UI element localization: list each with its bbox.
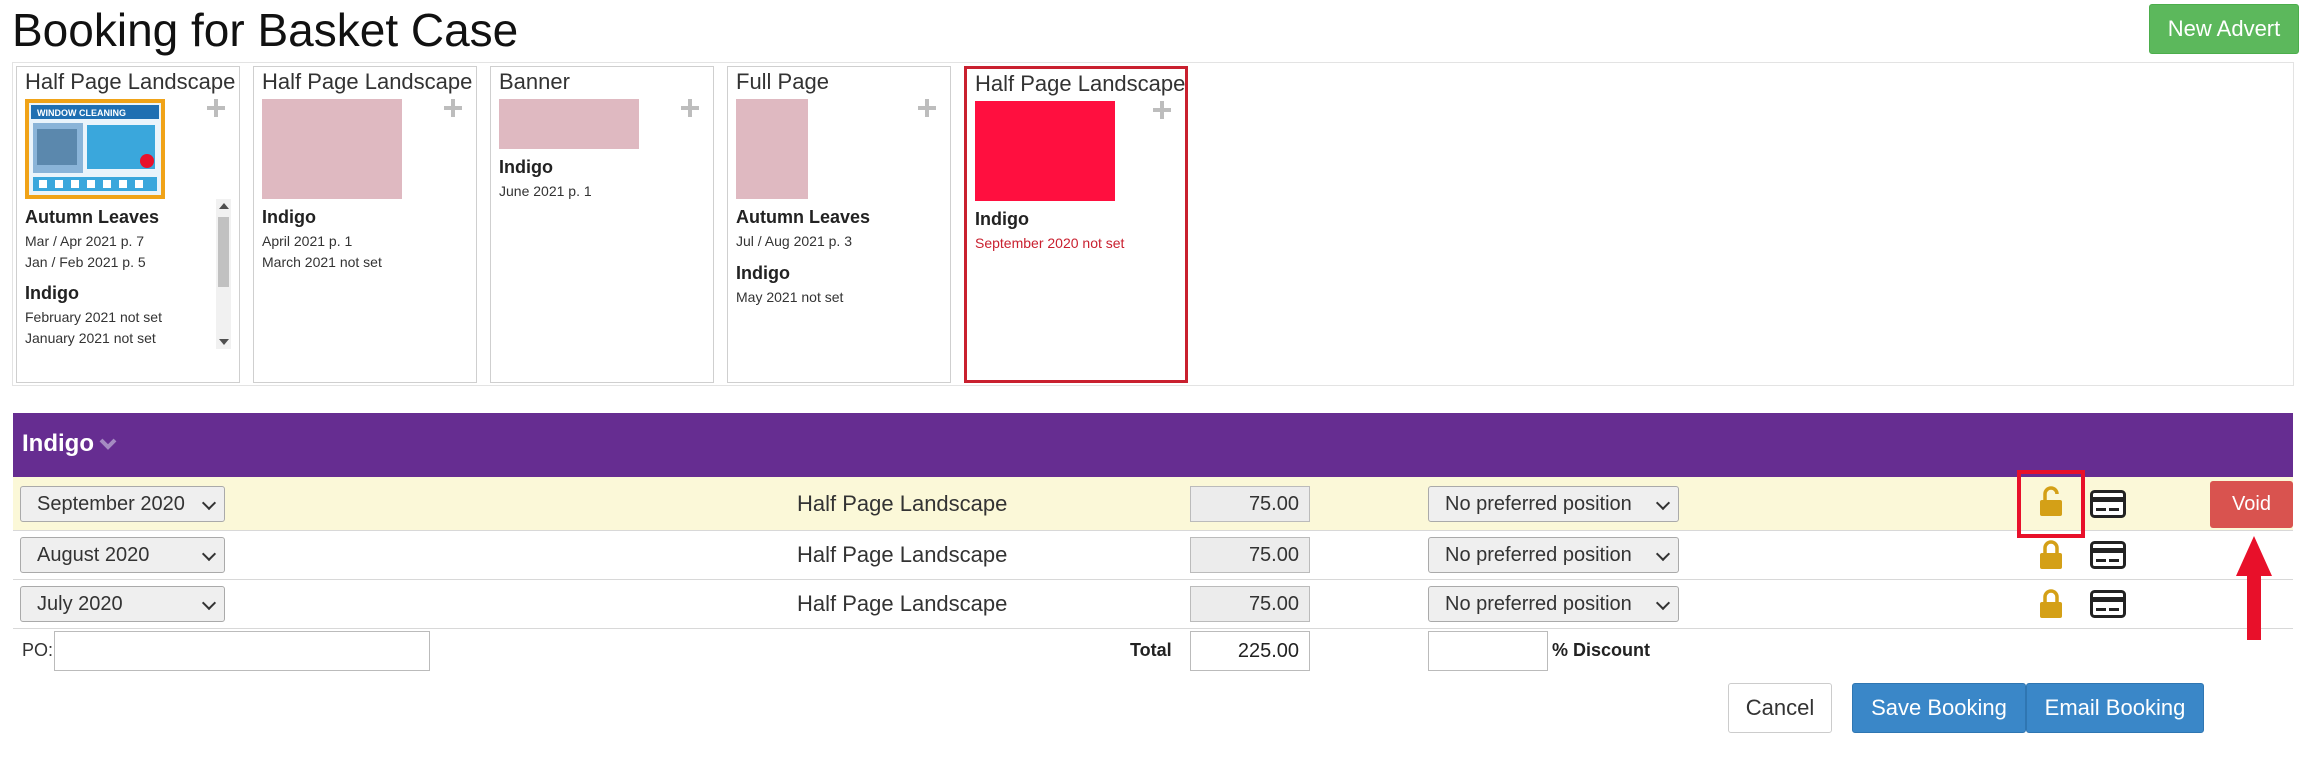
advert-thumbnail[interactable] — [499, 99, 639, 149]
annotation-arrow-icon — [2236, 536, 2272, 640]
add-icon[interactable] — [681, 99, 699, 117]
section-title: Indigo — [22, 430, 94, 457]
email-booking-button[interactable]: Email Booking — [2026, 683, 2204, 733]
add-icon[interactable] — [207, 99, 225, 117]
po-input[interactable] — [54, 631, 430, 671]
publication-name: Indigo — [736, 263, 790, 283]
ad-type-label: Half Page Landscape — [797, 542, 1008, 567]
advert-type-label: Half Page Landscape — [262, 69, 473, 94]
chevron-down-icon[interactable] — [98, 434, 118, 454]
issue-label: June 2021 p. 1 — [499, 183, 592, 199]
advert-thumbnail[interactable] — [262, 99, 402, 199]
advert-card[interactable]: Banner Indigo June 2021 p. 1 — [490, 66, 714, 383]
lock-icon[interactable] — [2037, 588, 2065, 620]
advert-card[interactable]: Half Page Landscape Indigo April 2021 p.… — [253, 66, 477, 383]
scroll-down-icon[interactable] — [219, 339, 229, 345]
advert-thumbnail[interactable] — [736, 99, 808, 199]
total-field[interactable]: 225.00 — [1190, 631, 1310, 671]
issue-label: February 2021 not set — [25, 309, 162, 325]
chevron-down-icon — [201, 595, 217, 611]
void-button[interactable]: Void — [2210, 481, 2293, 528]
total-label: Total — [1130, 640, 1172, 660]
month-select-value: July 2020 — [37, 592, 123, 615]
issue-label: March 2021 not set — [262, 254, 382, 270]
price-field[interactable]: 75.00 — [1190, 486, 1310, 522]
save-booking-button[interactable]: Save Booking — [1852, 683, 2026, 733]
price-field[interactable]: 75.00 — [1190, 537, 1310, 573]
publication-name: Autumn Leaves — [736, 207, 871, 227]
ad-type-label: Half Page Landscape — [797, 491, 1008, 516]
chevron-down-icon — [1655, 495, 1671, 511]
issue-label: May 2021 not set — [736, 289, 844, 305]
position-select-value: No preferred position — [1445, 492, 1632, 515]
month-select[interactable]: July 2020 — [20, 586, 225, 622]
advert-type-label: Half Page Landscape — [25, 69, 236, 94]
issue-label: Jan / Feb 2021 p. 5 — [25, 254, 146, 270]
publication-name: Indigo — [975, 209, 1029, 229]
issue-label: January 2021 not set — [25, 330, 156, 346]
annotation-highlight-box — [2017, 470, 2085, 538]
month-select[interactable]: August 2020 — [20, 537, 225, 573]
thumbnail-brand-text: WINDOW CLEANING — [37, 108, 126, 118]
issue-label: Jul / Aug 2021 p. 3 — [736, 233, 852, 249]
page-title: Booking for Basket Case — [12, 4, 519, 56]
chevron-down-icon — [201, 546, 217, 562]
advert-thumbnail[interactable] — [975, 101, 1115, 201]
scrollbar[interactable] — [216, 199, 231, 349]
advert-thumbnail[interactable]: WINDOW CLEANING — [25, 99, 165, 199]
position-select[interactable]: No preferred position — [1428, 586, 1679, 622]
publication-name: Indigo — [25, 283, 79, 303]
price-field[interactable]: 75.00 — [1190, 586, 1310, 622]
position-select-value: No preferred position — [1445, 543, 1632, 566]
position-select[interactable]: No preferred position — [1428, 537, 1679, 573]
advert-card[interactable]: Half Page Landscape WINDOW CLEANING Autu… — [16, 66, 240, 383]
scroll-up-icon[interactable] — [219, 203, 229, 209]
publication-name: Indigo — [262, 207, 316, 227]
chevron-down-icon — [1655, 595, 1671, 611]
advert-type-label: Full Page — [736, 69, 829, 94]
add-icon[interactable] — [444, 99, 462, 117]
ad-type-label: Half Page Landscape — [797, 591, 1008, 616]
scroll-thumb[interactable] — [218, 217, 229, 287]
issue-label: April 2021 p. 1 — [262, 233, 353, 249]
add-icon[interactable] — [918, 99, 936, 117]
chevron-down-icon — [1655, 546, 1671, 562]
issue-label: September 2020 not set — [975, 235, 1125, 251]
lock-icon[interactable] — [2037, 539, 2065, 571]
month-select-value: September 2020 — [37, 492, 185, 515]
section-header[interactable] — [13, 413, 2293, 477]
advert-type-label: Banner — [499, 69, 570, 94]
month-select[interactable]: September 2020 — [20, 486, 225, 522]
new-advert-button[interactable]: New Advert — [2149, 4, 2299, 54]
publication-name: Indigo — [499, 157, 553, 177]
advert-card-selected[interactable]: Half Page Landscape Indigo September 202… — [964, 66, 1188, 383]
advert-card[interactable]: Full Page Autumn Leaves Jul / Aug 2021 p… — [727, 66, 951, 383]
discount-input[interactable] — [1428, 631, 1548, 671]
advert-type-label: Half Page Landscape — [975, 71, 1186, 96]
discount-label: % Discount — [1552, 640, 1651, 660]
publication-name: Autumn Leaves — [25, 207, 160, 227]
credit-card-icon[interactable] — [2090, 590, 2126, 618]
month-select-value: August 2020 — [37, 543, 150, 566]
issue-label: Mar / Apr 2021 p. 7 — [25, 233, 145, 249]
booking-row — [13, 581, 2293, 629]
add-icon[interactable] — [1153, 101, 1171, 119]
cancel-button[interactable]: Cancel — [1728, 683, 1832, 733]
position-select-value: No preferred position — [1445, 592, 1632, 615]
position-select[interactable]: No preferred position — [1428, 486, 1679, 522]
booking-row — [13, 532, 2293, 580]
chevron-down-icon — [201, 495, 217, 511]
booking-row — [13, 477, 2293, 531]
credit-card-icon[interactable] — [2090, 490, 2126, 518]
credit-card-icon[interactable] — [2090, 541, 2126, 569]
po-label: PO: — [22, 640, 54, 660]
